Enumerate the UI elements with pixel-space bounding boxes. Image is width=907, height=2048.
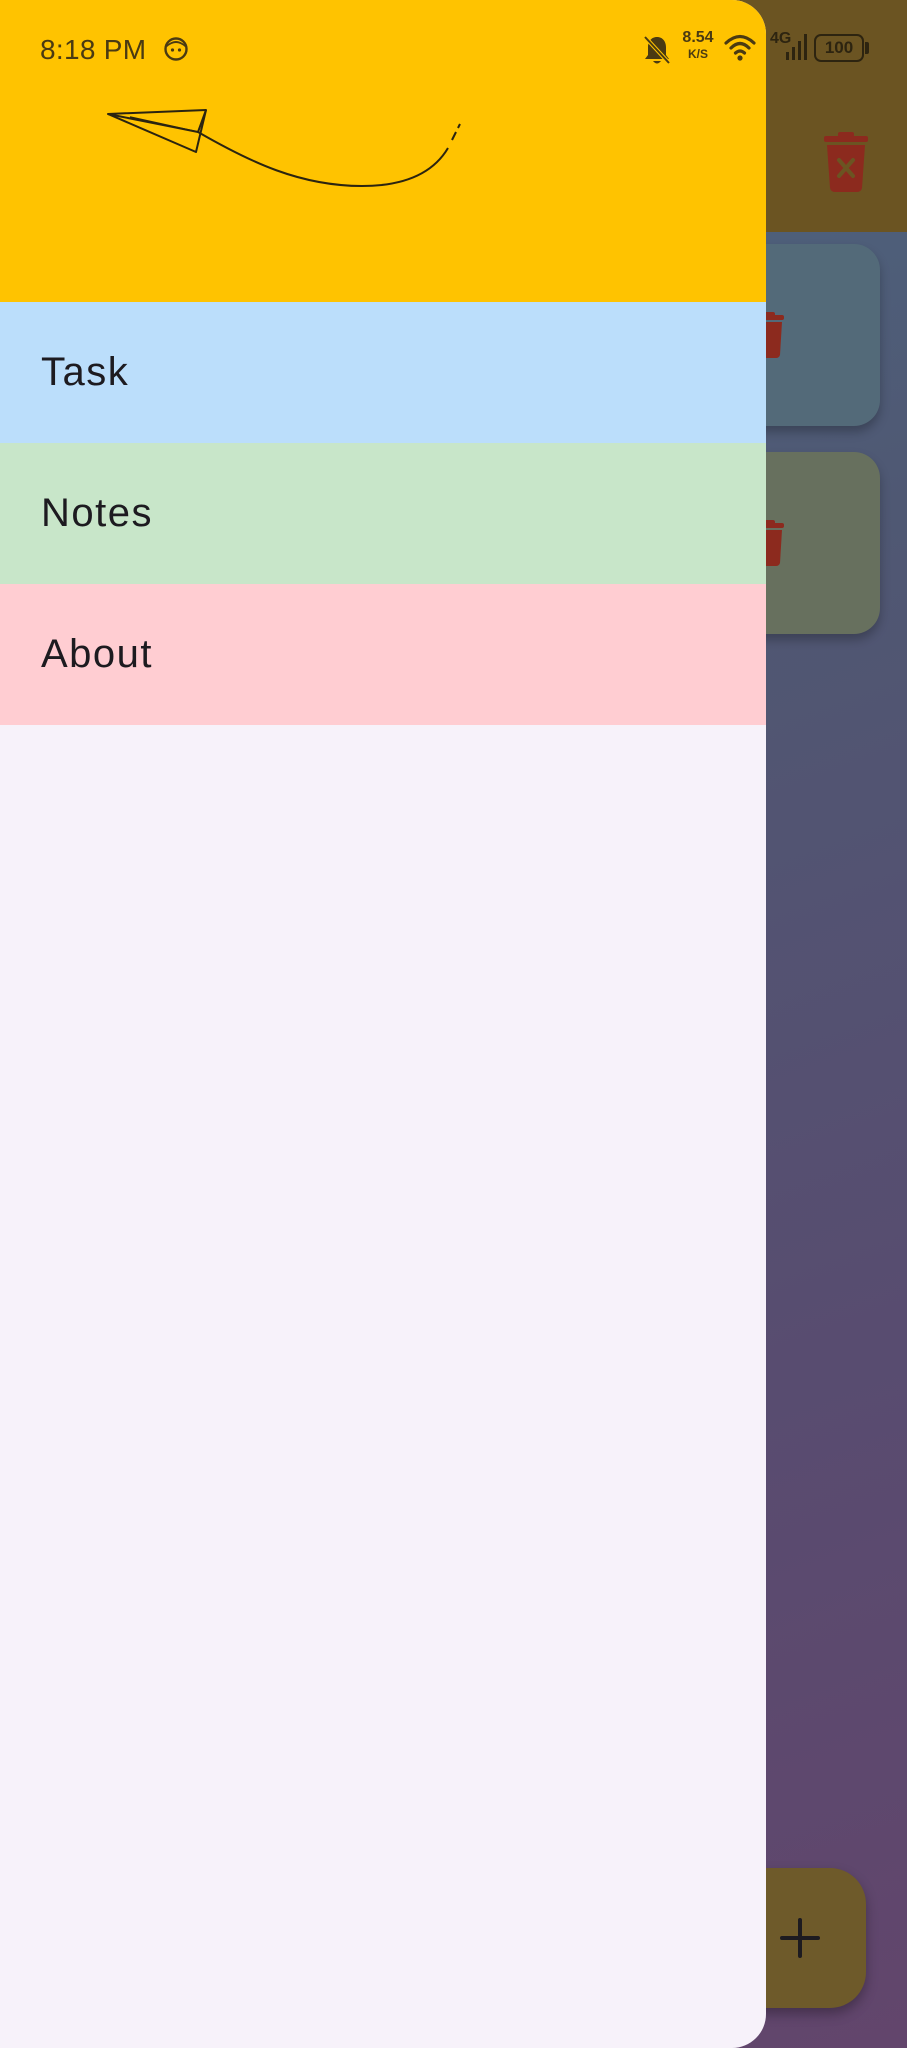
net-speed-unit: K/S	[687, 47, 708, 61]
drawer-item-label: Notes	[41, 491, 153, 535]
net-speed-value: 8.54	[682, 29, 714, 46]
delete-sweep-icon[interactable]	[820, 132, 872, 192]
wifi-icon	[724, 34, 756, 61]
drawer-item-task[interactable]: Task	[0, 302, 766, 443]
status-time: 8:18 PM	[40, 34, 147, 65]
screen: 4G 100 8:18 PM 8.54 K/S Task Notes About	[0, 0, 907, 2048]
face-icon	[164, 37, 188, 61]
drawer-item-label: Task	[41, 350, 130, 394]
net-speed: 8.54 K/S	[676, 29, 720, 61]
drawer-item-notes[interactable]: Notes	[0, 443, 766, 584]
plus-icon	[780, 1918, 820, 1958]
navigation-drawer: 8:18 PM 8.54 K/S Task Notes About	[0, 0, 766, 2048]
drawer-item-about[interactable]: About	[0, 584, 766, 725]
bell-off-icon	[643, 35, 671, 65]
paper-plane-icon	[107, 109, 461, 188]
drawer-item-label: About	[41, 632, 154, 676]
